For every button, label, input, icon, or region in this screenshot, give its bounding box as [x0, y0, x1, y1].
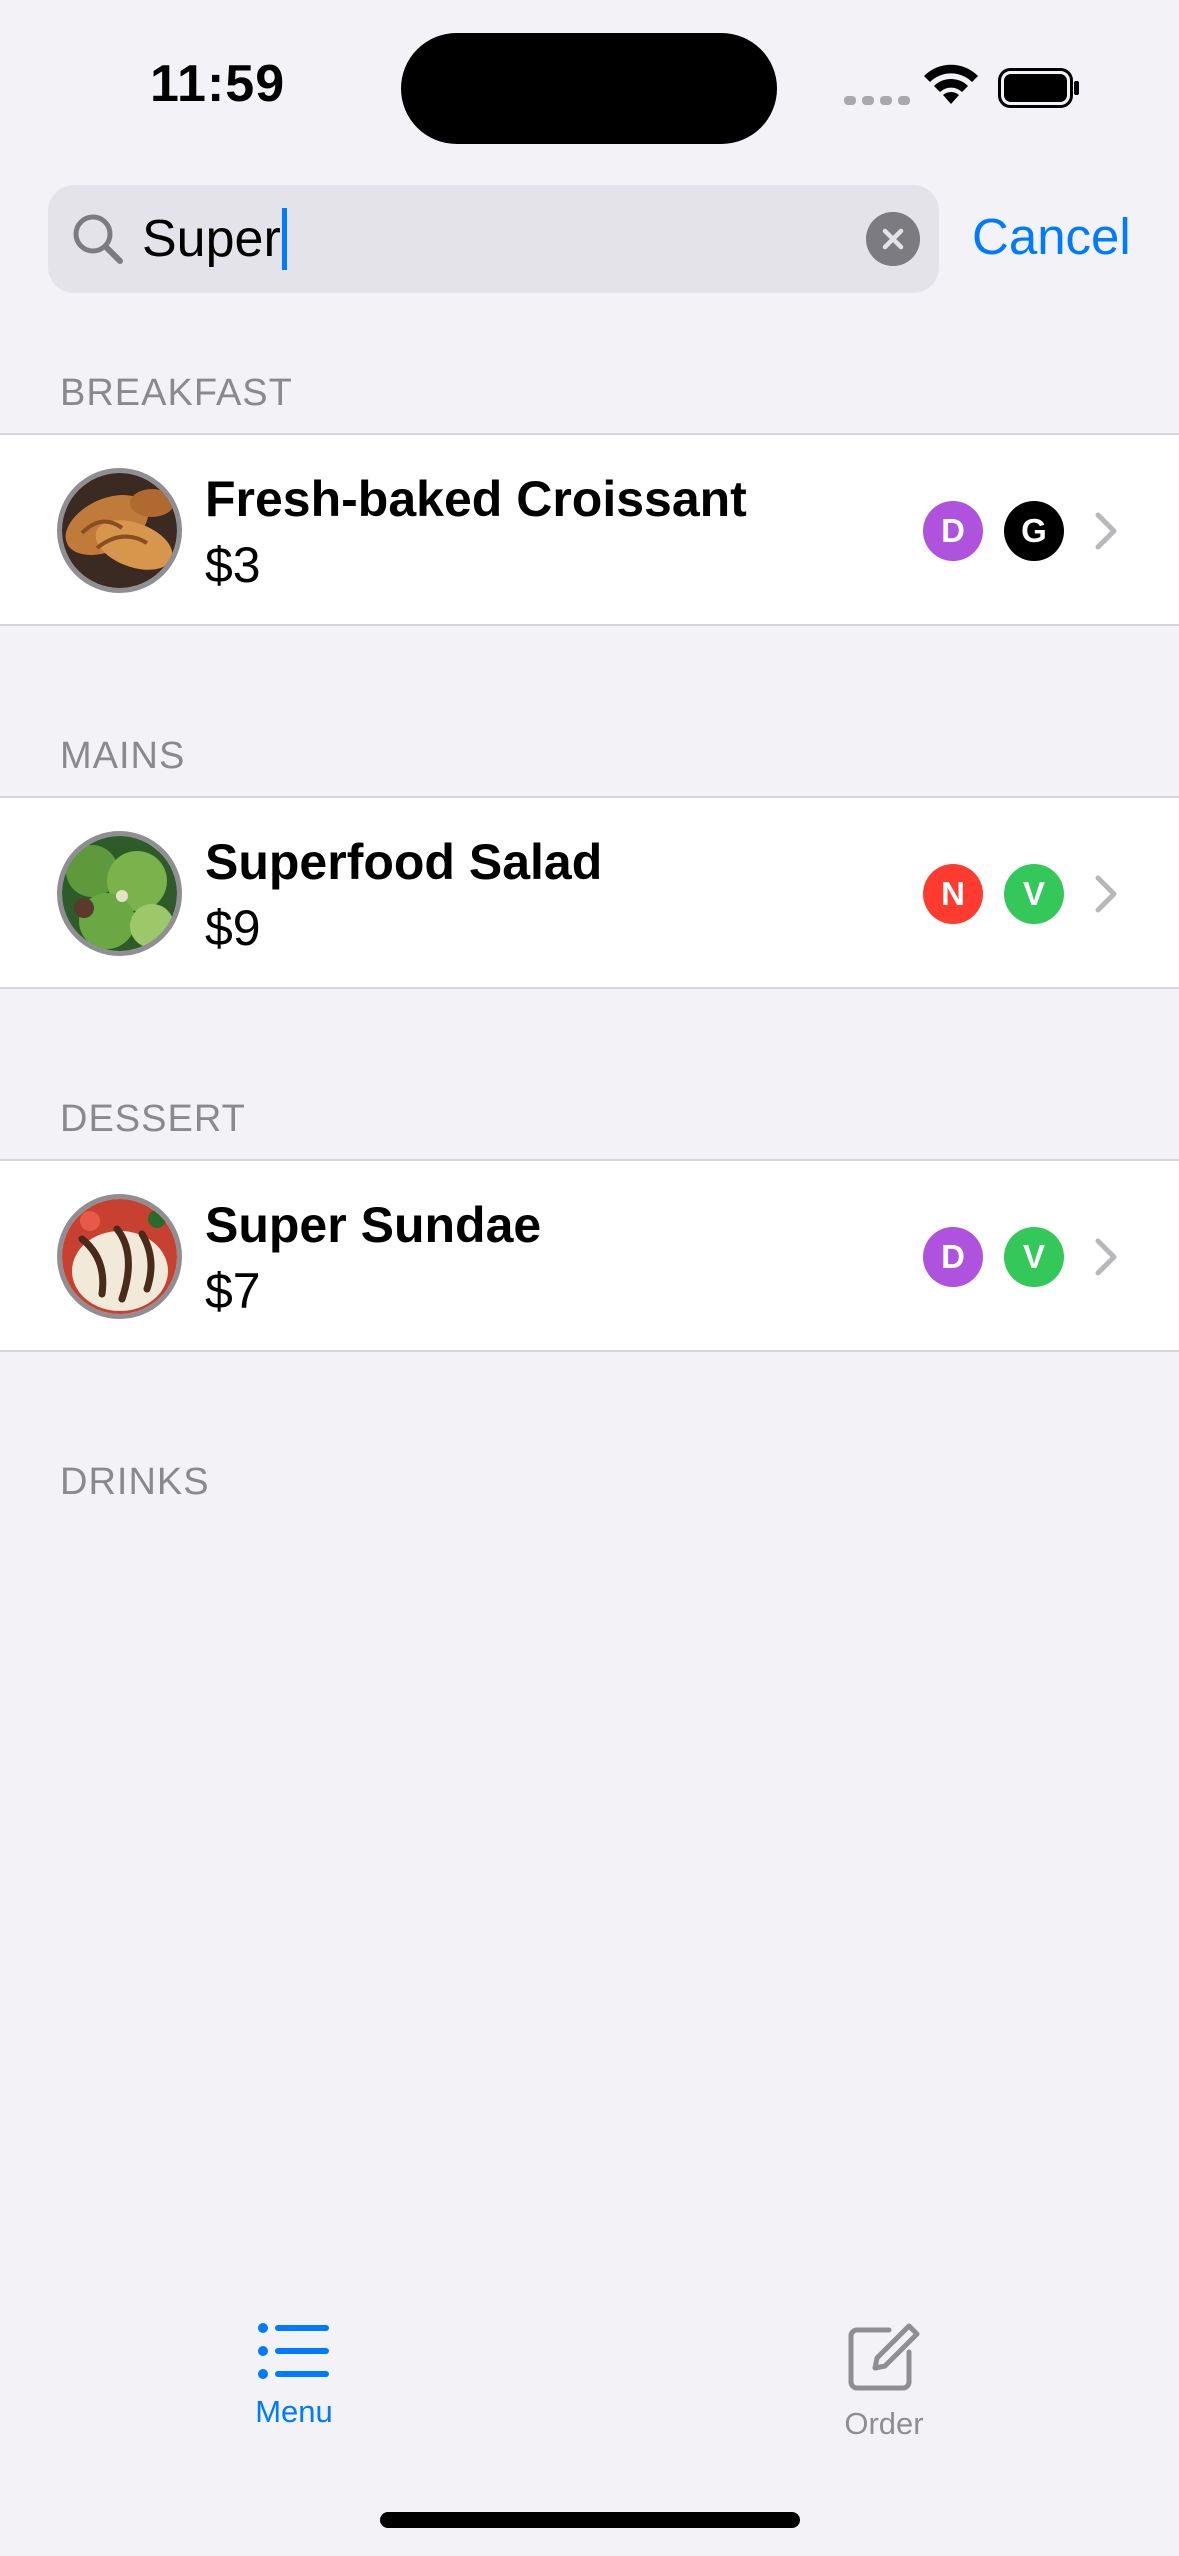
status-time: 11:59 [150, 55, 286, 113]
chevron-right-icon [1095, 875, 1117, 913]
tab-label: Menu [255, 2394, 333, 2429]
sundae-photo [57, 1194, 182, 1319]
menu-item-row[interactable]: Fresh-baked Croissant $3 D G [0, 433, 1179, 626]
salad-photo [57, 831, 182, 956]
battery-icon [998, 68, 1079, 108]
item-price: $9 [205, 900, 261, 956]
dairy-badge: D [923, 1227, 983, 1287]
text-caret [281, 208, 287, 271]
menu-item-row[interactable]: Super Sundae $7 D V [0, 1159, 1179, 1352]
dairy-badge: D [923, 501, 983, 561]
chevron-right-icon [1095, 1238, 1117, 1276]
wifi-icon [924, 64, 978, 104]
chevron-right-icon [1095, 512, 1117, 550]
vegetarian-badge: V [1004, 1227, 1064, 1287]
compose-icon [848, 2323, 920, 2391]
tab-label: Order [844, 2406, 924, 2441]
tab-menu[interactable]: Menu [194, 2322, 394, 2430]
section-header-dessert: DESSERT [60, 1098, 246, 1140]
search-icon [73, 214, 123, 264]
croissant-photo [57, 468, 182, 593]
nut-badge: N [923, 864, 983, 924]
home-indicator[interactable] [380, 2512, 800, 2528]
gluten-badge: G [1004, 501, 1064, 561]
dynamic-island [401, 33, 777, 144]
cancel-button[interactable]: Cancel [972, 204, 1131, 270]
tab-order[interactable]: Order [784, 2322, 984, 2442]
menu-item-row[interactable]: Superfood Salad $9 N V [0, 796, 1179, 989]
list-icon [258, 2323, 329, 2379]
vegetarian-badge: V [1004, 864, 1064, 924]
section-header-breakfast: BREAKFAST [60, 372, 293, 414]
clear-search-button[interactable] [866, 212, 920, 266]
item-name: Fresh-baked Croissant [205, 471, 747, 527]
search-query-text[interactable]: Super [142, 208, 287, 271]
item-name: Super Sundae [205, 1197, 542, 1253]
item-price: $3 [205, 537, 261, 593]
section-header-mains: MAINS [60, 735, 186, 777]
section-header-drinks: DRINKS [60, 1461, 210, 1503]
search-input[interactable]: Super [48, 185, 939, 293]
item-price: $7 [205, 1263, 261, 1319]
cellular-signal-icon [844, 96, 910, 105]
item-name: Superfood Salad [205, 834, 603, 890]
